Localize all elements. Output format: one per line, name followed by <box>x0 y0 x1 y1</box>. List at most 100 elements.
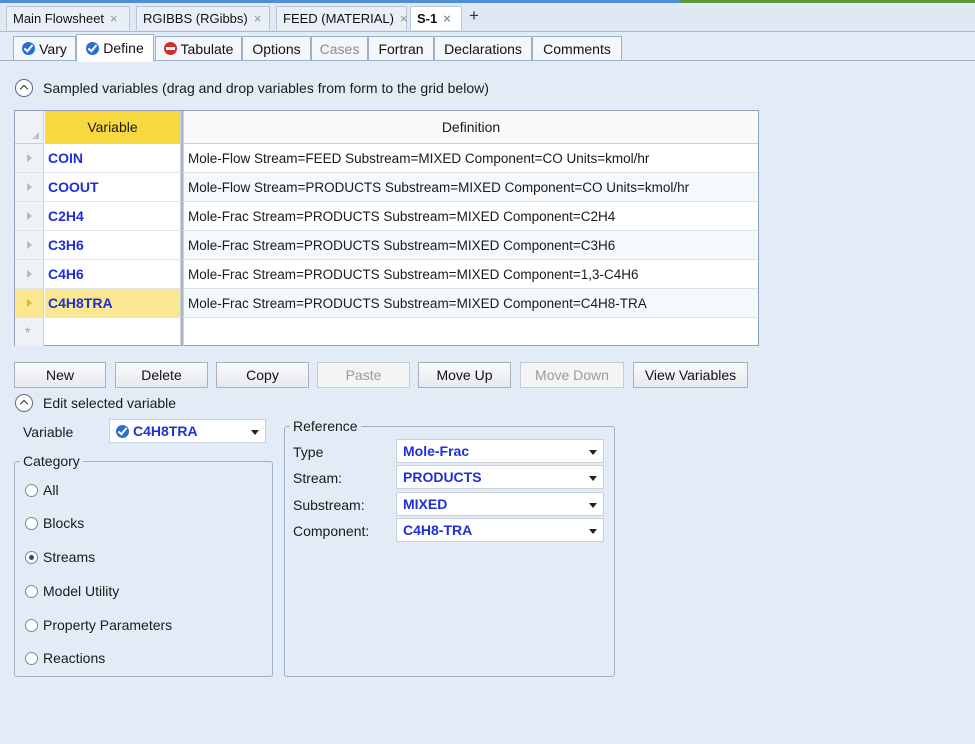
chevron-down-icon[interactable] <box>589 450 597 455</box>
doc-tab-main-flowsheet[interactable]: Main Flowsheet × <box>6 6 130 30</box>
form-tab-strip: Vary Define Tabulate Options Cases Fortr… <box>0 33 975 62</box>
row-selector[interactable] <box>15 144 44 172</box>
doc-tab-feed[interactable]: FEED (MATERIAL) × <box>276 6 408 30</box>
close-icon[interactable]: × <box>443 11 451 26</box>
paste-button[interactable]: Paste <box>317 362 410 388</box>
row-selector[interactable] <box>15 202 44 230</box>
tab-define[interactable]: Define <box>76 34 154 62</box>
variable-cell[interactable]: C4H6 <box>45 260 181 288</box>
table-row[interactable]: C2H4 Mole-Frac Stream=PRODUCTS Substream… <box>15 202 758 231</box>
radio-blocks[interactable]: Blocks <box>25 515 84 531</box>
column-header-definition[interactable]: Definition <box>183 111 758 144</box>
variable-cell[interactable]: C2H4 <box>45 202 181 230</box>
radio-all[interactable]: All <box>25 482 59 498</box>
close-icon[interactable]: × <box>400 11 408 26</box>
column-divider[interactable] <box>181 111 183 345</box>
doc-tab-label: Main Flowsheet <box>13 11 105 26</box>
new-button[interactable]: New <box>14 362 106 388</box>
definition-cell[interactable]: Mole-Flow Stream=PRODUCTS Substream=MIXE… <box>183 173 758 201</box>
delete-button[interactable]: Delete <box>115 362 208 388</box>
radio-reactions[interactable]: Reactions <box>25 650 105 666</box>
table-row[interactable]: COIN Mole-Flow Stream=FEED Substream=MIX… <box>15 144 758 173</box>
radio-streams[interactable]: Streams <box>25 549 95 565</box>
doc-tab-label: FEED (MATERIAL) <box>283 11 394 26</box>
stream-select[interactable]: PRODUCTS <box>396 465 604 489</box>
table-row[interactable]: C4H6 Mole-Frac Stream=PRODUCTS Substream… <box>15 260 758 289</box>
tab-label: Cases <box>319 40 360 57</box>
radio-icon[interactable] <box>25 618 38 632</box>
radio-model-utility[interactable]: Model Utility <box>25 583 119 599</box>
variable-select[interactable]: C4H8TRA <box>109 419 266 443</box>
view-variables-button[interactable]: View Variables <box>633 362 748 388</box>
tab-vary[interactable]: Vary <box>13 36 76 61</box>
radio-icon[interactable] <box>25 516 38 530</box>
definition-cell[interactable]: Mole-Flow Stream=FEED Substream=MIXED Co… <box>183 144 758 172</box>
type-select-value: Mole-Frac <box>403 443 470 459</box>
tab-tabulate[interactable]: Tabulate <box>155 36 242 61</box>
substream-label: Substream: <box>293 497 365 513</box>
select-all-corner[interactable] <box>15 111 44 144</box>
radio-icon[interactable] <box>25 651 38 665</box>
chevron-down-icon[interactable] <box>589 529 597 534</box>
definition-cell[interactable] <box>183 318 758 346</box>
move-down-button[interactable]: Move Down <box>520 362 624 388</box>
collapse-edit-icon[interactable] <box>15 394 33 412</box>
definition-cell[interactable]: Mole-Frac Stream=PRODUCTS Substream=MIXE… <box>183 202 758 230</box>
radio-icon[interactable] <box>25 483 38 497</box>
chevron-down-icon[interactable] <box>251 430 259 435</box>
row-selector[interactable] <box>15 173 44 201</box>
collapse-sampled-icon[interactable] <box>15 79 33 97</box>
type-label: Type <box>293 444 324 460</box>
row-selector[interactable] <box>15 231 44 259</box>
check-icon <box>86 41 100 55</box>
definition-cell[interactable]: Mole-Frac Stream=PRODUCTS Substream=MIXE… <box>183 289 758 317</box>
component-select[interactable]: C4H8-TRA <box>396 518 604 542</box>
new-row[interactable] <box>15 318 758 347</box>
variable-cell[interactable]: COOUT <box>45 173 181 201</box>
variable-cell[interactable]: C3H6 <box>45 231 181 259</box>
type-select[interactable]: Mole-Frac <box>396 439 604 463</box>
sampled-variables-grid[interactable]: Variable Definition COIN Mole-Flow Strea… <box>14 110 759 346</box>
row-selector[interactable] <box>15 260 44 288</box>
component-label: Component: <box>293 523 370 539</box>
variable-cell[interactable] <box>45 318 181 346</box>
close-icon[interactable]: × <box>110 11 118 26</box>
radio-label: Model Utility <box>43 583 120 599</box>
tab-cases[interactable]: Cases <box>311 36 368 61</box>
radio-checked-icon[interactable] <box>25 550 38 564</box>
chevron-down-icon[interactable] <box>589 503 597 508</box>
new-row-star-icon[interactable] <box>15 318 44 346</box>
tab-declarations[interactable]: Declarations <box>434 36 532 61</box>
copy-button[interactable]: Copy <box>216 362 309 388</box>
move-up-button[interactable]: Move Up <box>418 362 511 388</box>
doc-tab-rgibbs[interactable]: RGIBBS (RGibbs) × <box>136 6 270 30</box>
substream-select[interactable]: MIXED <box>396 492 604 516</box>
row-selector[interactable] <box>15 289 44 317</box>
tab-options[interactable]: Options <box>242 36 311 61</box>
definition-cell[interactable]: Mole-Frac Stream=PRODUCTS Substream=MIXE… <box>183 260 758 288</box>
tab-label: Options <box>252 40 301 57</box>
tab-label: Declarations <box>444 40 522 57</box>
doc-tab-s1[interactable]: S-1 × <box>410 6 462 30</box>
close-icon[interactable]: × <box>254 11 262 26</box>
tab-label: Fortran <box>378 40 424 57</box>
radio-property-parameters[interactable]: Property Parameters <box>25 617 172 633</box>
add-tab-icon[interactable]: + <box>465 7 483 26</box>
table-row[interactable]: C3H6 Mole-Frac Stream=PRODUCTS Substream… <box>15 231 758 260</box>
doc-tab-label: S-1 <box>417 11 438 26</box>
category-legend: Category <box>23 453 80 469</box>
tab-label: Comments <box>543 40 611 57</box>
radio-label: All <box>43 482 59 498</box>
variable-cell[interactable]: COIN <box>45 144 181 172</box>
check-icon <box>116 424 129 438</box>
tab-fortran[interactable]: Fortran <box>368 36 434 61</box>
tab-comments[interactable]: Comments <box>532 36 622 61</box>
definition-cell[interactable]: Mole-Frac Stream=PRODUCTS Substream=MIXE… <box>183 231 758 259</box>
table-row[interactable]: COOUT Mole-Flow Stream=PRODUCTS Substrea… <box>15 173 758 202</box>
radio-icon[interactable] <box>25 584 38 598</box>
variable-cell[interactable]: C4H8TRA <box>45 289 181 317</box>
column-header-variable[interactable]: Variable <box>45 111 181 144</box>
chevron-down-icon[interactable] <box>589 476 597 481</box>
table-row-selected[interactable]: C4H8TRA Mole-Frac Stream=PRODUCTS Substr… <box>15 289 758 318</box>
substream-select-value: MIXED <box>403 496 448 512</box>
